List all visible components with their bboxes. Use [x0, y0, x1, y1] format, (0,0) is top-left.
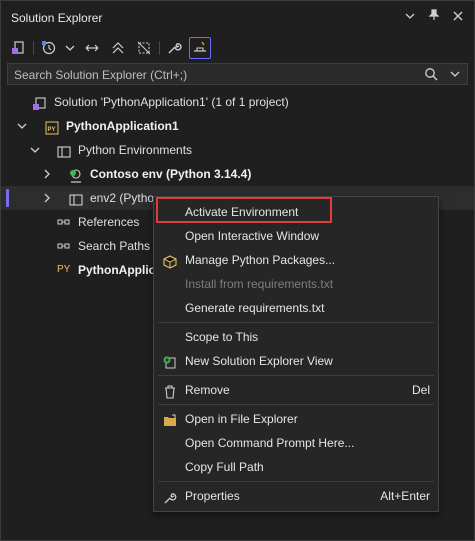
toolbar-separator — [33, 41, 34, 55]
menu-item-install-requirements: Install from requirements.txt — [154, 272, 438, 296]
contoso-env-label: Contoso env (Python 3.14.4) — [90, 167, 252, 181]
highlight-annotation — [156, 197, 332, 223]
wrench-icon — [163, 489, 177, 504]
menu-item-generate-requirements[interactable]: Generate requirements.txt — [154, 296, 438, 320]
menu-separator — [158, 322, 434, 323]
menu-item-remove[interactable]: Remove Del — [154, 378, 438, 402]
solution-explorer-panel: Solution Explorer Search Solution Explor… — [0, 0, 475, 541]
solution-icon — [33, 95, 47, 110]
menu-item-label: Open Command Prompt Here... — [185, 436, 355, 450]
references-icon — [57, 215, 71, 229]
environments-label: Python Environments — [78, 143, 193, 157]
project-label: PythonApplication1 — [66, 119, 179, 133]
switch-views-icon[interactable] — [7, 37, 29, 59]
search-icon[interactable] — [424, 67, 438, 84]
menu-separator — [158, 375, 434, 376]
search-paths-icon — [57, 239, 71, 253]
sync-arrows-icon[interactable] — [81, 37, 103, 59]
python-file-label: PythonApplica — [78, 263, 163, 277]
menu-item-open-in-file-explorer[interactable]: Open in File Explorer — [154, 407, 438, 431]
solution-label: Solution 'PythonApplication1' (1 of 1 pr… — [54, 95, 289, 109]
menu-item-open-command-prompt[interactable]: Open Command Prompt Here... — [154, 431, 438, 455]
active-environment-icon — [69, 167, 83, 183]
menu-item-label: Open in File Explorer — [185, 412, 298, 426]
references-label: References — [78, 215, 140, 229]
show-all-files-icon[interactable] — [133, 37, 155, 59]
preview-selected-items-icon[interactable] — [189, 37, 211, 59]
menu-item-open-interactive-window[interactable]: Open Interactive Window — [154, 224, 438, 248]
menu-item-properties[interactable]: Properties Alt+Enter — [154, 484, 438, 508]
menu-item-label: Generate requirements.txt — [185, 301, 325, 315]
folder-icon — [163, 412, 177, 426]
menu-item-shortcut: Alt+Enter — [380, 489, 430, 503]
context-menu: Activate Environment Open Interactive Wi… — [153, 196, 439, 512]
tree-item-solution[interactable]: Solution 'PythonApplication1' (1 of 1 pr… — [1, 90, 474, 114]
menu-item-label: Manage Python Packages... — [185, 253, 336, 267]
menu-item-shortcut: Del — [411, 383, 430, 397]
pin-icon[interactable] — [425, 9, 443, 27]
env2-label: env2 (Pytho — [90, 191, 155, 205]
menu-separator — [158, 404, 434, 405]
search-box[interactable] — [7, 63, 468, 85]
menu-item-scope-to-this[interactable]: Scope to This — [154, 325, 438, 349]
menu-item-copy-full-path[interactable]: Copy Full Path — [154, 455, 438, 479]
collapse-all-icon[interactable] — [107, 37, 129, 59]
tree-item-project[interactable]: PY PythonApplication1 — [1, 114, 474, 138]
svg-text:PY: PY — [48, 127, 56, 133]
chevron-down-icon[interactable] — [401, 9, 419, 27]
menu-separator — [158, 481, 434, 482]
tree-item-contoso-env[interactable]: Contoso env (Python 3.14.4) — [1, 162, 474, 186]
python-file-icon: PY — [57, 264, 71, 275]
menu-item-label: Remove — [185, 383, 230, 397]
environments-icon — [57, 143, 71, 158]
package-icon — [163, 253, 177, 269]
menu-item-label: Scope to This — [185, 330, 259, 344]
trash-icon — [163, 383, 177, 399]
toolbar — [1, 35, 474, 61]
search-paths-label: Search Paths — [78, 239, 151, 253]
new-view-icon — [163, 354, 177, 369]
title-bar: Solution Explorer — [1, 1, 474, 33]
menu-item-manage-packages[interactable]: Manage Python Packages... — [154, 248, 438, 272]
chevron-down-icon[interactable] — [450, 67, 460, 84]
selection-indicator — [6, 189, 9, 207]
menu-item-label: Open Interactive Window — [185, 229, 320, 243]
toolbar-separator — [159, 41, 160, 55]
menu-item-label: Copy Full Path — [185, 460, 264, 474]
environment-icon — [69, 191, 83, 206]
history-icon[interactable] — [38, 37, 60, 59]
menu-item-label: Properties — [185, 489, 240, 503]
menu-item-label: New Solution Explorer View — [185, 354, 333, 368]
menu-item-new-solution-explorer-view[interactable]: New Solution Explorer View — [154, 349, 438, 373]
tree-item-python-environments[interactable]: Python Environments — [1, 138, 474, 162]
panel-title: Solution Explorer — [11, 11, 103, 25]
python-project-icon: PY — [45, 119, 59, 135]
search-input[interactable] — [14, 67, 404, 83]
close-icon[interactable] — [449, 9, 467, 27]
menu-item-label: Install from requirements.txt — [185, 277, 334, 291]
wrench-icon[interactable] — [163, 37, 185, 59]
chevron-down-icon[interactable] — [59, 37, 81, 59]
